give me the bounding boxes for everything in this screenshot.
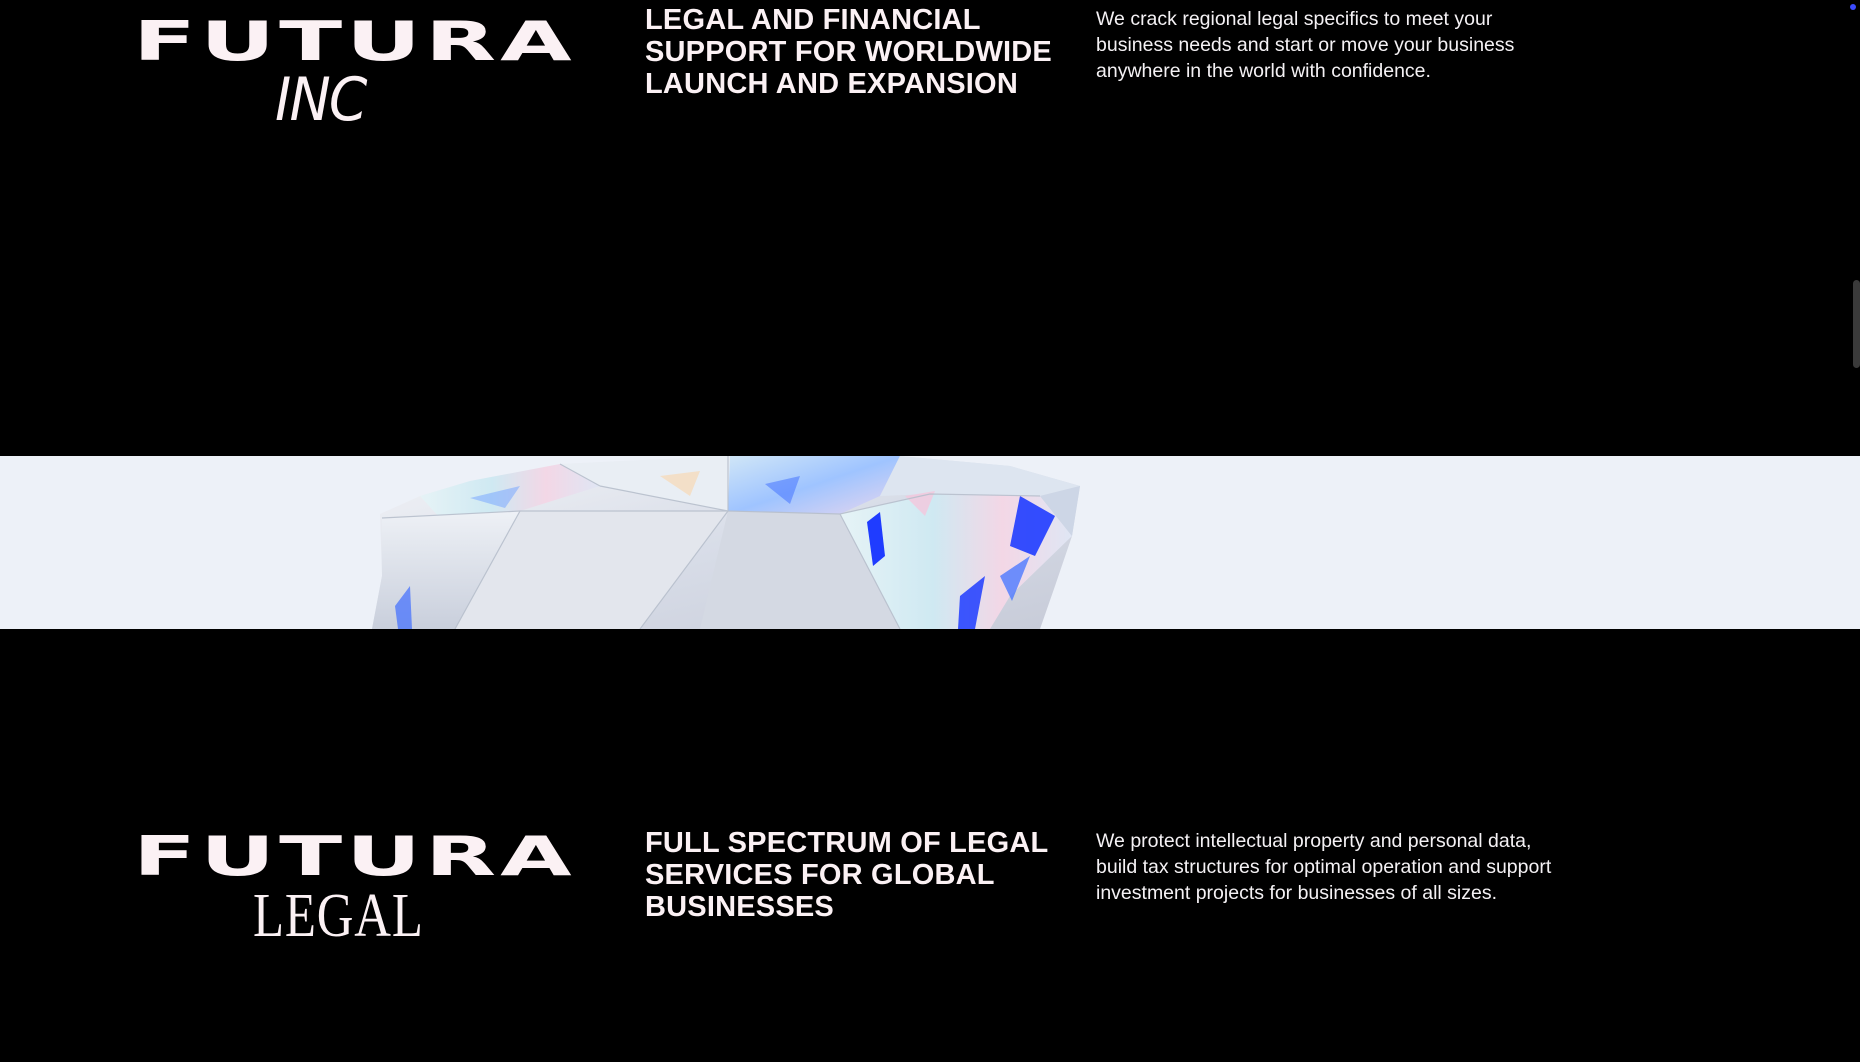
futura-inc-description: We crack regional legal specifics to mee… xyxy=(1096,8,1515,82)
futura-legal-logo-wordmark: FUTURA xyxy=(133,824,576,889)
futura-inc-logo-subtitle: INC xyxy=(275,65,367,135)
crystal-banner xyxy=(0,456,1860,629)
futura-inc-logo-wordmark: FUTURA xyxy=(133,9,576,74)
futura-legal-headline: FULL SPECTRUM OF LEGAL SERVICES FOR GLOB… xyxy=(645,827,1048,923)
futura-legal-description: We protect intellectual property and per… xyxy=(1096,830,1552,904)
scrollbar-thumb[interactable] xyxy=(1853,280,1860,368)
futura-legal-logo-subtitle: LEGAL xyxy=(253,882,424,950)
futura-inc-headline: LEGAL AND FINANCIAL SUPPORT FOR WORLDWID… xyxy=(645,4,1052,100)
futura-inc-section: FUTURA INC LEGAL AND FINANCIAL SUPPORT F… xyxy=(0,0,1860,456)
crystal-gem-image xyxy=(372,456,1080,629)
status-dot-icon xyxy=(1850,4,1856,10)
